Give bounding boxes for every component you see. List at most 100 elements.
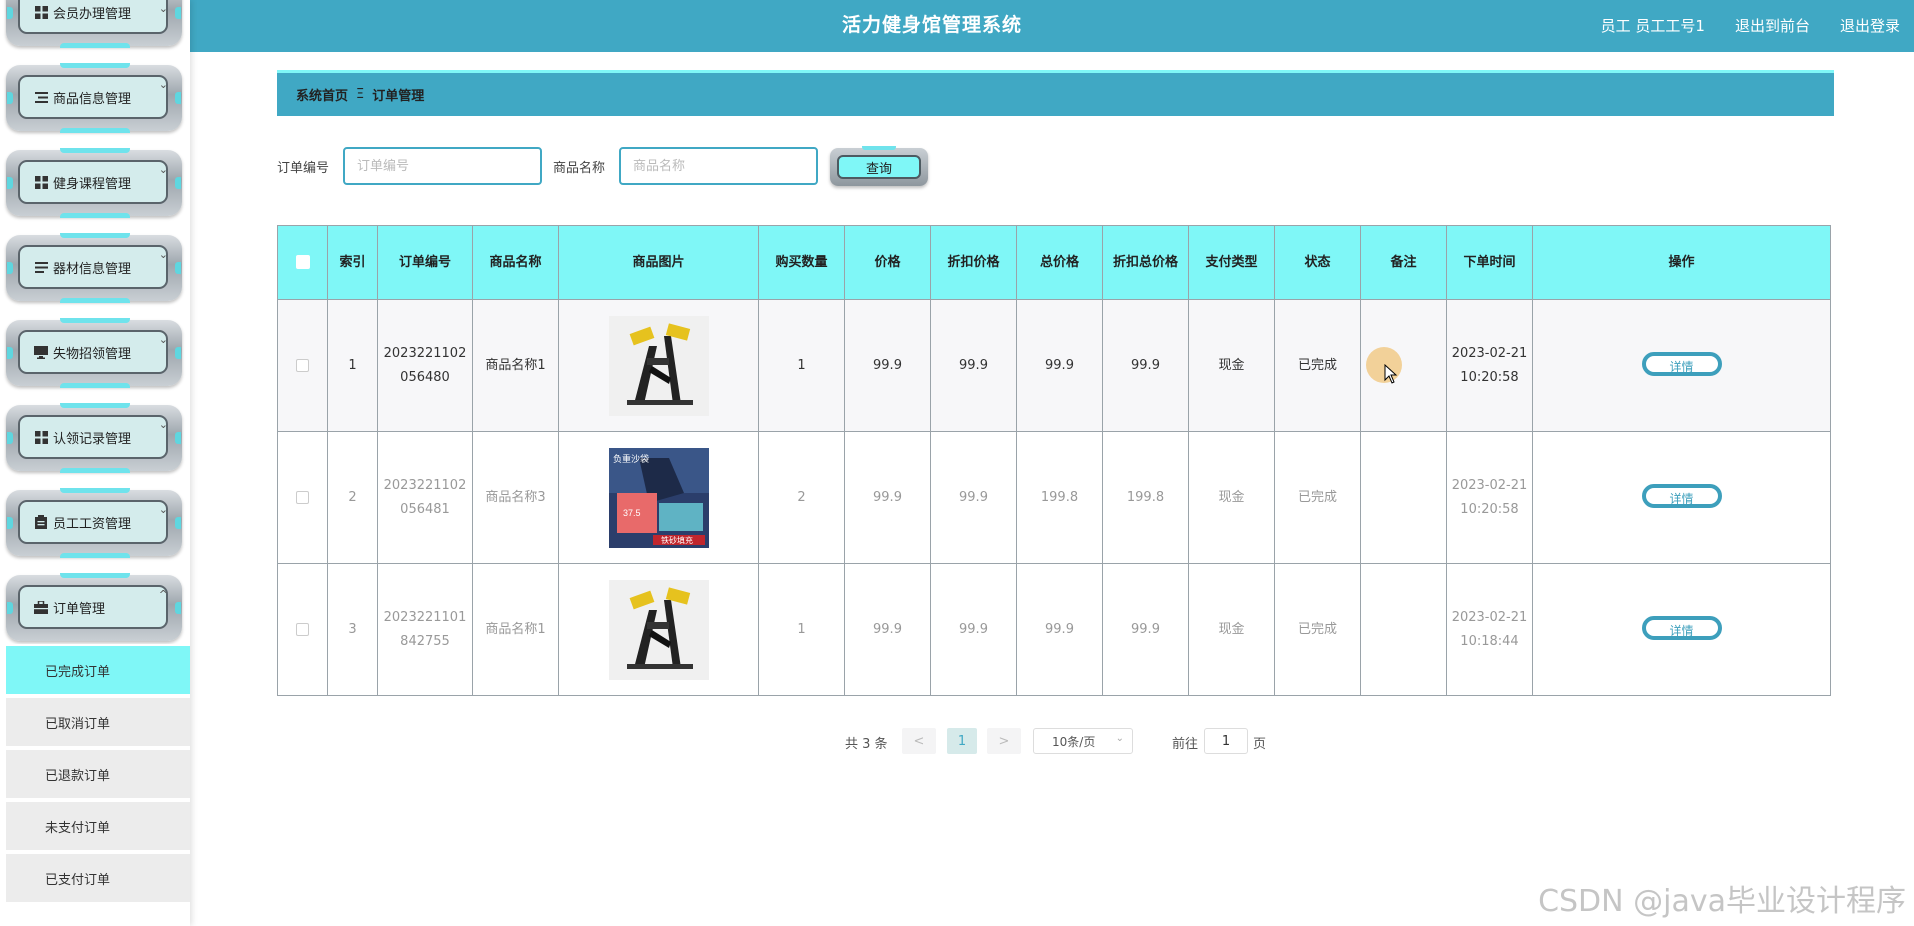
menu-notch <box>7 517 13 529</box>
detail-button[interactable]: 详情 <box>1641 615 1722 640</box>
menu-notch <box>7 432 13 444</box>
submenu-cancelled-orders[interactable]: 已取消订单 <box>6 696 190 746</box>
cell-discount-total: 99.9 <box>1102 563 1189 696</box>
column-header: 状态 <box>1274 225 1361 300</box>
submenu-refunded-orders[interactable]: 已退款订单 <box>6 748 190 798</box>
user-info[interactable]: 员工 员工工号1 <box>1601 15 1705 36</box>
cell-discount-price: 99.9 <box>930 431 1017 564</box>
cell-pay-type: 现金 <box>1188 431 1275 564</box>
submenu-completed-orders[interactable]: 已完成订单 <box>6 644 190 694</box>
mouse-cursor-icon <box>1384 364 1398 384</box>
menu-notch <box>60 43 130 48</box>
menu-notch <box>7 262 13 274</box>
breadcrumb-home[interactable]: 系统首页 <box>296 85 348 104</box>
menu-equipment[interactable]: 器材信息管理 ⌄ <box>6 233 182 303</box>
submenu-paid-orders[interactable]: 已支付订单 <box>6 852 190 902</box>
column-header: 总价格 <box>1016 225 1103 300</box>
cell-total: 99.9 <box>1016 299 1103 432</box>
menu-notch <box>7 602 13 614</box>
menu-claim-record[interactable]: 认领记录管理 ⌄ <box>6 403 182 473</box>
select-all-cell[interactable] <box>277 225 328 300</box>
sidebar: 会员办理管理 ⌄ 商品信息管理 ⌄ 健身课程管理 ⌄ 器材信息管理 ⌄ 失物招领… <box>0 0 190 926</box>
table-row: 2 2023221102056481 商品名称3 负重沙袋 37.5 铁砂填充 … <box>277 431 1831 564</box>
menu-lost-found[interactable]: 失物招领管理 ⌄ <box>6 318 182 388</box>
fitness-machine-image <box>608 579 709 680</box>
pagination-total: 共 3 条 <box>845 737 888 752</box>
menu-label: 订单管理 <box>53 601 106 617</box>
cell-index: 3 <box>327 563 378 696</box>
cell-action: 详情 <box>1532 563 1831 696</box>
product-name-input[interactable] <box>619 147 818 185</box>
cell-order-no: 2023221102056481 <box>377 431 473 564</box>
menu-notch <box>7 177 13 189</box>
chevron-down-icon: ⌄ <box>158 248 168 261</box>
menu-label: 失物招领管理 <box>53 346 132 362</box>
menu-course[interactable]: 健身课程管理 ⌄ <box>6 148 182 218</box>
cell-product-name: 商品名称1 <box>472 299 559 432</box>
select-all-checkbox[interactable] <box>295 255 310 269</box>
header-links: 员工 员工工号1 退出到前台 退出登录 <box>1601 0 1900 50</box>
order-no-input[interactable] <box>343 147 542 185</box>
breadcrumb: 系统首页 Ξ 订单管理 <box>277 70 1834 116</box>
page-number-button[interactable]: 1 <box>947 728 977 754</box>
next-page-button[interactable]: > <box>987 728 1021 754</box>
sandbag-price-text: 37.5 <box>623 508 641 518</box>
fitness-machine-image <box>608 315 709 416</box>
menu-notch <box>60 403 130 408</box>
chevron-down-icon: ⌄ <box>158 333 168 346</box>
column-header: 下单时间 <box>1446 225 1533 300</box>
menu-salary[interactable]: 员工工资管理 ⌄ <box>6 488 182 558</box>
monitor-icon <box>34 345 48 359</box>
button-notch <box>862 146 896 150</box>
menu-label: 健身课程管理 <box>53 176 132 192</box>
cell-qty: 1 <box>758 299 845 432</box>
page-size-select[interactable]: 10条/页 ⌄ <box>1033 728 1133 754</box>
chevron-down-icon: ⌄ <box>158 2 168 15</box>
cell-note <box>1360 431 1447 564</box>
column-header: 操作 <box>1532 225 1831 300</box>
row-checkbox[interactable] <box>296 358 309 372</box>
detail-button[interactable]: 详情 <box>1641 351 1722 376</box>
chevron-down-icon: ⌄ <box>1115 733 1124 744</box>
column-header: 价格 <box>844 225 931 300</box>
app-title: 活力健身馆管理系统 <box>841 14 1022 36</box>
search-button[interactable]: 查询 <box>830 146 928 186</box>
cell-index: 2 <box>327 431 378 564</box>
cell-action: 详情 <box>1532 431 1831 564</box>
menu-inner: 员工工资管理 <box>18 500 168 544</box>
table-header-row: 索引 订单编号 商品名称 商品图片 购买数量 价格 折扣价格 总价格 折扣总价格… <box>277 225 1831 300</box>
row-checkbox[interactable] <box>296 490 309 504</box>
menu-notch <box>7 92 13 104</box>
cell-status: 已完成 <box>1274 431 1361 564</box>
menu-order[interactable]: 订单管理 ^ <box>6 573 182 641</box>
logout-link[interactable]: 退出登录 <box>1840 15 1900 36</box>
row-checkbox[interactable] <box>296 622 309 636</box>
list-icon <box>34 90 48 104</box>
row-select-cell[interactable] <box>277 299 328 432</box>
prev-page-button[interactable]: < <box>902 728 936 754</box>
menu-member[interactable]: 会员办理管理 ⌄ <box>6 0 182 48</box>
cell-price: 99.9 <box>844 431 931 564</box>
goto-label: 前往 <box>1172 737 1199 752</box>
detail-button[interactable]: 详情 <box>1641 483 1722 508</box>
cell-qty: 1 <box>758 563 845 696</box>
back-to-front-link[interactable]: 退出到前台 <box>1735 15 1810 36</box>
menu-product[interactable]: 商品信息管理 ⌄ <box>6 63 182 133</box>
menu-notch <box>60 383 130 388</box>
submenu-unpaid-orders[interactable]: 未支付订单 <box>6 800 190 850</box>
menu-notch <box>60 573 130 578</box>
menu-notch <box>175 7 181 19</box>
menu-label: 器材信息管理 <box>53 261 132 277</box>
briefcase-icon <box>34 600 48 614</box>
cell-index: 1 <box>327 299 378 432</box>
goto-page-input[interactable] <box>1204 728 1248 754</box>
row-select-cell[interactable] <box>277 563 328 696</box>
cell-order-no: 2023221102056480 <box>377 299 473 432</box>
breadcrumb-current: 订单管理 <box>372 89 425 104</box>
row-select-cell[interactable] <box>277 431 328 564</box>
search-button-label: 查询 <box>837 155 921 179</box>
cell-pay-type: 现金 <box>1188 563 1275 696</box>
menu-notch <box>175 517 181 529</box>
cell-total: 99.9 <box>1016 563 1103 696</box>
cell-discount-total: 199.8 <box>1102 431 1189 564</box>
